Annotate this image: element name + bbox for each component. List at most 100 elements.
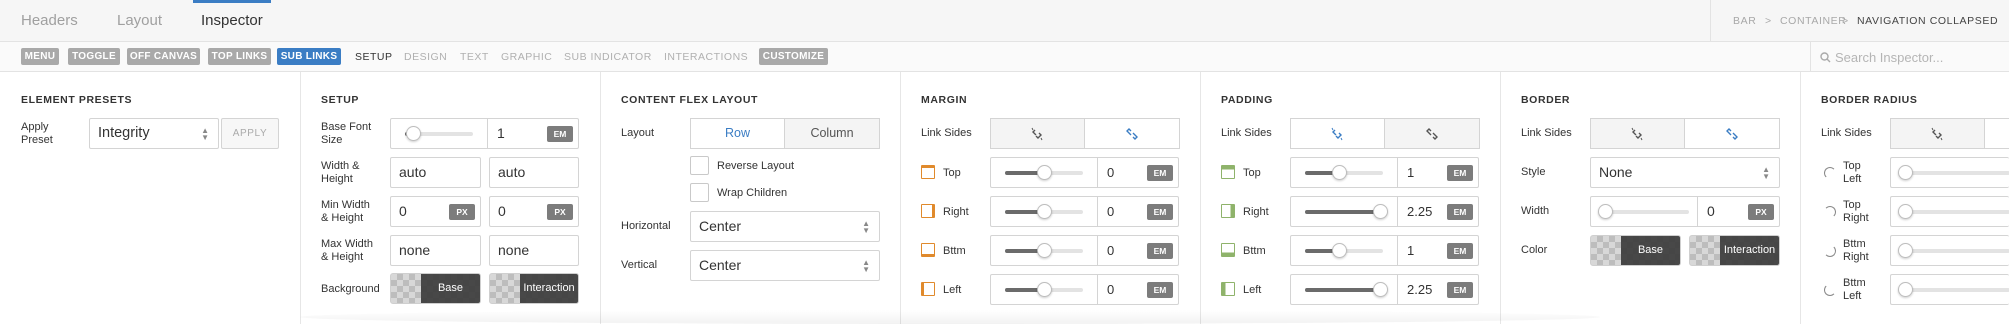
width-input[interactable]: auto [390,157,481,188]
unlink-sides-button[interactable] [990,118,1085,149]
field-divider [1397,158,1398,187]
base-font-value[interactable]: 1 [497,119,505,148]
unit-badge[interactable]: EM [1147,204,1173,220]
unit-badge[interactable]: EM [1447,282,1473,298]
subtab-interactions[interactable]: INTERACTIONS [664,42,748,72]
pill-customize[interactable]: CUSTOMIZE [759,48,828,65]
unit-badge[interactable]: PX [1748,204,1774,220]
pill-toggle[interactable]: TOGGLE [68,48,120,65]
slider-knob[interactable] [1598,204,1613,219]
margin-value[interactable]: 0 [1107,197,1114,226]
search-input[interactable] [1835,48,2005,66]
slider-knob[interactable] [1898,165,1913,180]
pill-sub-links[interactable]: SUB LINKS [277,48,341,65]
link-sides-button[interactable] [1684,118,1780,149]
padding-bttm-control: 1 EM [1290,235,1479,266]
margin-value[interactable]: 0 [1107,236,1114,265]
padding-right-slider[interactable] [1305,204,1388,219]
padding-value[interactable]: 2.25 [1407,275,1432,304]
margin-right-slider[interactable] [1005,204,1083,219]
unit-badge[interactable]: EM [1447,165,1473,181]
border-interaction-swatch[interactable]: Interaction [1689,235,1780,266]
unit-badge[interactable]: PX [547,204,573,220]
slider-knob[interactable] [1898,243,1913,258]
corner-label: Top Left [1843,160,1862,185]
margin-left-slider[interactable] [1005,282,1083,297]
padding-value[interactable]: 1 [1407,158,1414,187]
slider-knob[interactable] [1331,243,1347,258]
preset-select[interactable]: Integrity ▲ ▼ [89,118,219,149]
tab-inspector[interactable]: Inspector [193,0,271,42]
padding-value[interactable]: 1 [1407,236,1414,265]
unit-badge[interactable]: EM [1447,243,1473,259]
background-base-swatch[interactable]: Base [390,273,481,304]
unlink-sides-button[interactable] [1890,118,1985,149]
slider-knob[interactable] [1898,282,1913,297]
chevron-updown-icon: ▲ ▼ [201,126,209,142]
breadcrumb-container[interactable]: CONTAINER [1780,0,1846,42]
tab-headers[interactable]: Headers [21,0,78,42]
unlink-sides-button[interactable] [1590,118,1685,149]
subtab-graphic[interactable]: GRAPHIC [501,42,552,72]
slider-knob[interactable] [406,126,422,141]
apply-button[interactable]: APPLY [221,118,279,149]
slider-knob[interactable] [1037,204,1052,219]
slider-knob[interactable] [1037,243,1052,258]
height-input[interactable]: auto [489,157,579,188]
pill-off-canvas[interactable]: OFF CANVAS [127,48,200,65]
vertical-select[interactable]: Center ▲ ▼ [690,250,880,281]
horizontal-select[interactable]: Center ▲ ▼ [690,211,880,242]
slider-knob[interactable] [1331,165,1347,180]
min-height-input[interactable]: 0 PX [489,196,579,227]
subtab-setup[interactable]: SETUP [355,42,393,72]
unit-badge[interactable]: EM [1447,204,1473,220]
unit-badge[interactable]: PX [449,204,475,220]
subtab-sub-indicator[interactable]: SUB INDICATOR [564,42,652,72]
max-height-input[interactable]: none [489,235,579,266]
margin-top-slider[interactable] [1005,165,1083,180]
margin-value[interactable]: 0 [1107,158,1114,187]
min-width-input[interactable]: 0 PX [390,196,481,227]
background-interaction-swatch[interactable]: Interaction [489,273,579,304]
border-style-select[interactable]: None ▲ ▼ [1590,157,1780,188]
slider-knob[interactable] [1372,204,1388,219]
padding-left-slider[interactable] [1305,282,1388,297]
subtab-text[interactable]: TEXT [460,42,489,72]
border-base-swatch[interactable]: Base [1590,235,1681,266]
tab-layout[interactable]: Layout [117,0,162,42]
link-sides-button[interactable] [1984,118,2009,149]
base-font-label: Base Font Size [321,121,372,146]
wrap-children-checkbox[interactable] [690,183,709,202]
unit-badge[interactable]: EM [1147,165,1173,181]
margin-bttm-slider[interactable] [1005,243,1083,258]
breadcrumb-bar[interactable]: BAR [1733,0,1756,42]
radius-slider[interactable] [1898,243,2009,258]
slider-knob[interactable] [1372,282,1388,297]
max-width-input[interactable]: none [390,235,481,266]
radius-slider[interactable] [1898,165,2009,180]
pill-top-links[interactable]: TOP LINKS [208,48,271,65]
padding-value[interactable]: 2.25 [1407,197,1432,226]
slider-knob[interactable] [1037,282,1052,297]
border-width-value[interactable]: 0 [1707,197,1715,226]
layout-row-button[interactable]: Row [690,118,785,149]
link-sides-button[interactable] [1084,118,1180,149]
unit-badge[interactable]: EM [547,126,573,142]
radius-slider[interactable] [1898,204,2009,219]
base-font-slider[interactable] [405,126,473,141]
slider-knob[interactable] [1037,165,1052,180]
border-width-slider[interactable] [1598,204,1689,219]
unit-badge[interactable]: EM [1147,282,1173,298]
link-sides-button[interactable] [1384,118,1480,149]
subtab-design[interactable]: DESIGN [404,42,447,72]
margin-value[interactable]: 0 [1107,275,1114,304]
unit-badge[interactable]: EM [1147,243,1173,259]
radius-slider[interactable] [1898,282,2009,297]
padding-bttm-slider[interactable] [1305,243,1383,258]
link-sides-button[interactable] [1290,118,1385,149]
pill-menu[interactable]: MENU [21,48,59,65]
slider-knob[interactable] [1898,204,1913,219]
reverse-layout-checkbox[interactable] [690,156,709,175]
padding-top-slider[interactable] [1305,165,1383,180]
layout-column-button[interactable]: Column [784,118,880,149]
